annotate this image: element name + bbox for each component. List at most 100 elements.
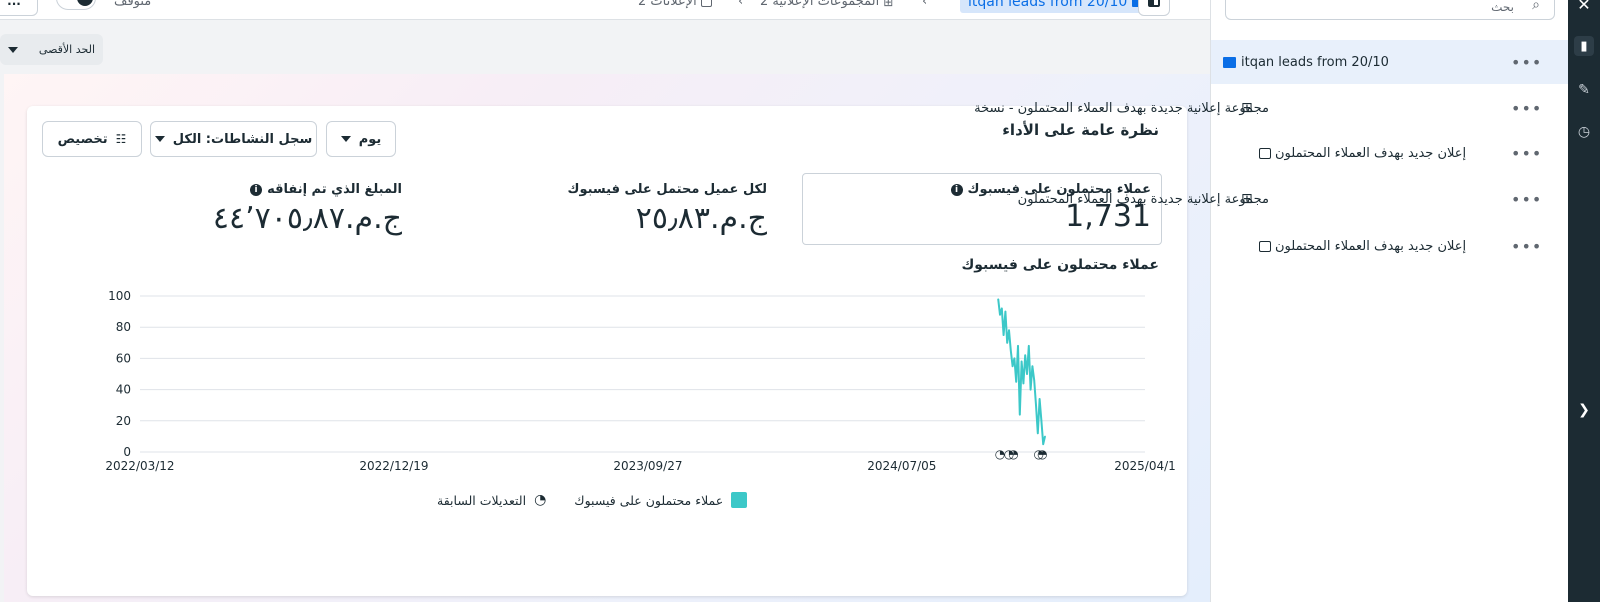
- chart-title: عملاء محتملون على فيسبوك: [961, 257, 1159, 273]
- grid-icon: ⊞: [1241, 100, 1253, 116]
- data-point: [1011, 365, 1014, 367]
- panel-toggle-button[interactable]: [1138, 0, 1170, 16]
- more-options-icon[interactable]: •••: [1511, 190, 1542, 209]
- limit-label: الحد الأقصى: [38, 43, 95, 56]
- data-point: [1042, 443, 1045, 445]
- metric-leads-box[interactable]: عملاء محتملون على فيسبوك i 1,731: [802, 173, 1162, 245]
- data-point: [1040, 420, 1043, 422]
- tree-item-ad-2[interactable]: ••• إعلان جديد بهدف العملاء المحتملون: [1211, 224, 1569, 268]
- data-point: [1001, 307, 1003, 310]
- tree-item-campaign[interactable]: ••• itqan leads from 20/10: [1211, 40, 1569, 84]
- tree-item-label: إعلان جديد بهدف العملاء المحتملون: [1275, 145, 1467, 161]
- legend-swatch: [731, 492, 748, 508]
- x-tick-label: 2024/07/05: [867, 459, 936, 473]
- more-options-icon[interactable]: •••: [1511, 237, 1542, 256]
- metric-cpl-label: لكل عميل محتمل على فيسبوك: [567, 182, 767, 197]
- history-icon[interactable]: ◷: [1574, 122, 1594, 142]
- ad-icon: [700, 0, 712, 7]
- x-tick-label: 2022/12/19: [359, 459, 428, 473]
- campaign-toggle[interactable]: [56, 0, 96, 10]
- data-point: [1031, 365, 1034, 367]
- sidebar-icon: [1148, 0, 1160, 7]
- customize-button[interactable]: ☷ تخصيص: [42, 121, 142, 157]
- breadcrumb-campaign[interactable]: itqan leads from 20/10: [960, 0, 1152, 13]
- campaign-tree-panel: بحث ⌕ ••• itqan leads from 20/10 ••• مجم…: [974, 0, 1569, 602]
- legend-item-leads[interactable]: عملاء محتملون على فيسبوك: [574, 492, 748, 508]
- close-icon[interactable]: ✕: [1574, 0, 1594, 14]
- more-options-icon[interactable]: •••: [1511, 144, 1542, 163]
- data-point: [1019, 413, 1021, 416]
- metric-leads: عملاء محتملون على فيسبوك i 1,731: [813, 182, 1151, 234]
- y-tick-label: 40: [116, 383, 131, 397]
- caret-down-icon: [340, 136, 351, 142]
- more-options-icon[interactable]: •••: [1511, 53, 1542, 72]
- metric-spent-value: ج.م.‏٤٤٬٧٠٥٫٨٧: [212, 201, 402, 236]
- crumb-campaign-label: itqan leads from 20/10: [968, 0, 1128, 10]
- crumb-ads-label: 2 الإعلانات: [638, 0, 697, 9]
- data-point: [1006, 342, 1009, 344]
- ad-icon: [1259, 240, 1271, 252]
- data-point: [1029, 388, 1032, 391]
- search-placeholder: بحث: [1491, 0, 1514, 14]
- side-toolbar: ✕ ▮ ✎ ◷ ❯: [1568, 0, 1600, 602]
- ad-icon: [1259, 147, 1271, 159]
- data-point: [1022, 382, 1025, 385]
- data-point: [1037, 432, 1039, 435]
- legend-label-leads: عملاء محتملون على فيسبوك: [574, 492, 724, 508]
- data-point: [1015, 381, 1018, 383]
- edit-marker-icon: ◔: [1037, 447, 1047, 461]
- tree-item-adset[interactable]: ••• مجموعة إعلانية جديدة بهدف العملاء ال…: [1018, 177, 1569, 221]
- activity-log-dropdown[interactable]: سجل النشاطات: الكل: [150, 121, 317, 157]
- data-point: [1017, 345, 1019, 347]
- crumb-adsets-label: 2 المجموعات الإعلانية: [760, 0, 880, 9]
- grid-icon: ⊞: [1241, 191, 1253, 207]
- y-tick-label: 80: [116, 320, 131, 334]
- breadcrumb-adsets[interactable]: 2 المجموعات الإعلانية ⊞: [760, 0, 893, 9]
- data-point: [1002, 334, 1005, 336]
- limit-dropdown[interactable]: الحد الأقصى: [0, 34, 103, 65]
- data-point: [1026, 373, 1028, 375]
- y-tick-label: 60: [116, 351, 131, 365]
- data-point: [1010, 349, 1012, 352]
- data-point: [1038, 398, 1041, 400]
- metric-cost-per-lead[interactable]: لكل عميل محتمل على فيسبوك ج.م.‏٢٥٫٨٣: [568, 182, 767, 236]
- data-point: [1004, 310, 1007, 313]
- data-point: [1020, 360, 1023, 363]
- x-tick-label: 2025/04/1: [1114, 459, 1176, 473]
- data-point: [1024, 354, 1027, 357]
- day-dropdown[interactable]: يوم: [326, 121, 396, 157]
- tree-item-label: مجموعة إعلانية جديدة بهدف العملاء المحتم…: [1017, 191, 1269, 207]
- data-point: [999, 313, 1001, 316]
- edit-icon[interactable]: ✎: [1574, 80, 1594, 100]
- metric-cpl-value: ج.م.‏٢٥٫٨٣: [635, 201, 767, 236]
- day-label: يوم: [358, 131, 382, 147]
- toggle-knob: [77, 0, 93, 6]
- data-point: [1008, 329, 1010, 332]
- y-tick-label: 100: [108, 289, 131, 303]
- tree-item-adset-copy[interactable]: ••• مجموعة إعلانية جديدة بهدف العملاء ال…: [974, 86, 1569, 130]
- data-point: [1013, 357, 1016, 360]
- edit-history-icon: ◔: [534, 492, 547, 508]
- performance-card: نظرة عامة على الأداء يوم سجل النشاطات: ا…: [27, 106, 1187, 596]
- breadcrumb-ads[interactable]: 2 الإعلانات: [638, 0, 712, 9]
- chevron-left-icon: ‹: [738, 0, 744, 9]
- search-input[interactable]: بحث ⌕: [1225, 0, 1555, 20]
- chevron-right-icon[interactable]: ❯: [1574, 400, 1594, 420]
- x-tick-label: 2023/09/27: [613, 459, 682, 473]
- series-line: [997, 298, 1046, 446]
- info-icon: i: [250, 183, 263, 196]
- data-point: [1028, 345, 1030, 347]
- more-options-icon[interactable]: •••: [1511, 99, 1542, 118]
- data-point: [1044, 435, 1046, 438]
- legend-item-edits[interactable]: ◔ التعديلات السابقة: [437, 492, 546, 508]
- y-tick-label: 20: [116, 414, 131, 428]
- legend-label-edits: التعديلات السابقة: [437, 492, 527, 508]
- more-options-button[interactable]: ...: [0, 0, 38, 16]
- chart-icon[interactable]: ▮: [1574, 36, 1594, 56]
- info-icon: i: [950, 183, 963, 196]
- tree-item-ad-1[interactable]: ••• إعلان جديد بهدف العملاء المحتملون: [1211, 131, 1569, 175]
- edit-marker-icon: ◔: [1008, 447, 1018, 461]
- metric-amount-spent[interactable]: المبلغ الذي تم إنفاقه i ج.م.‏٤٤٬٧٠٥٫٨٧: [213, 182, 402, 236]
- data-point: [1035, 404, 1037, 406]
- folder-icon: [1223, 56, 1236, 68]
